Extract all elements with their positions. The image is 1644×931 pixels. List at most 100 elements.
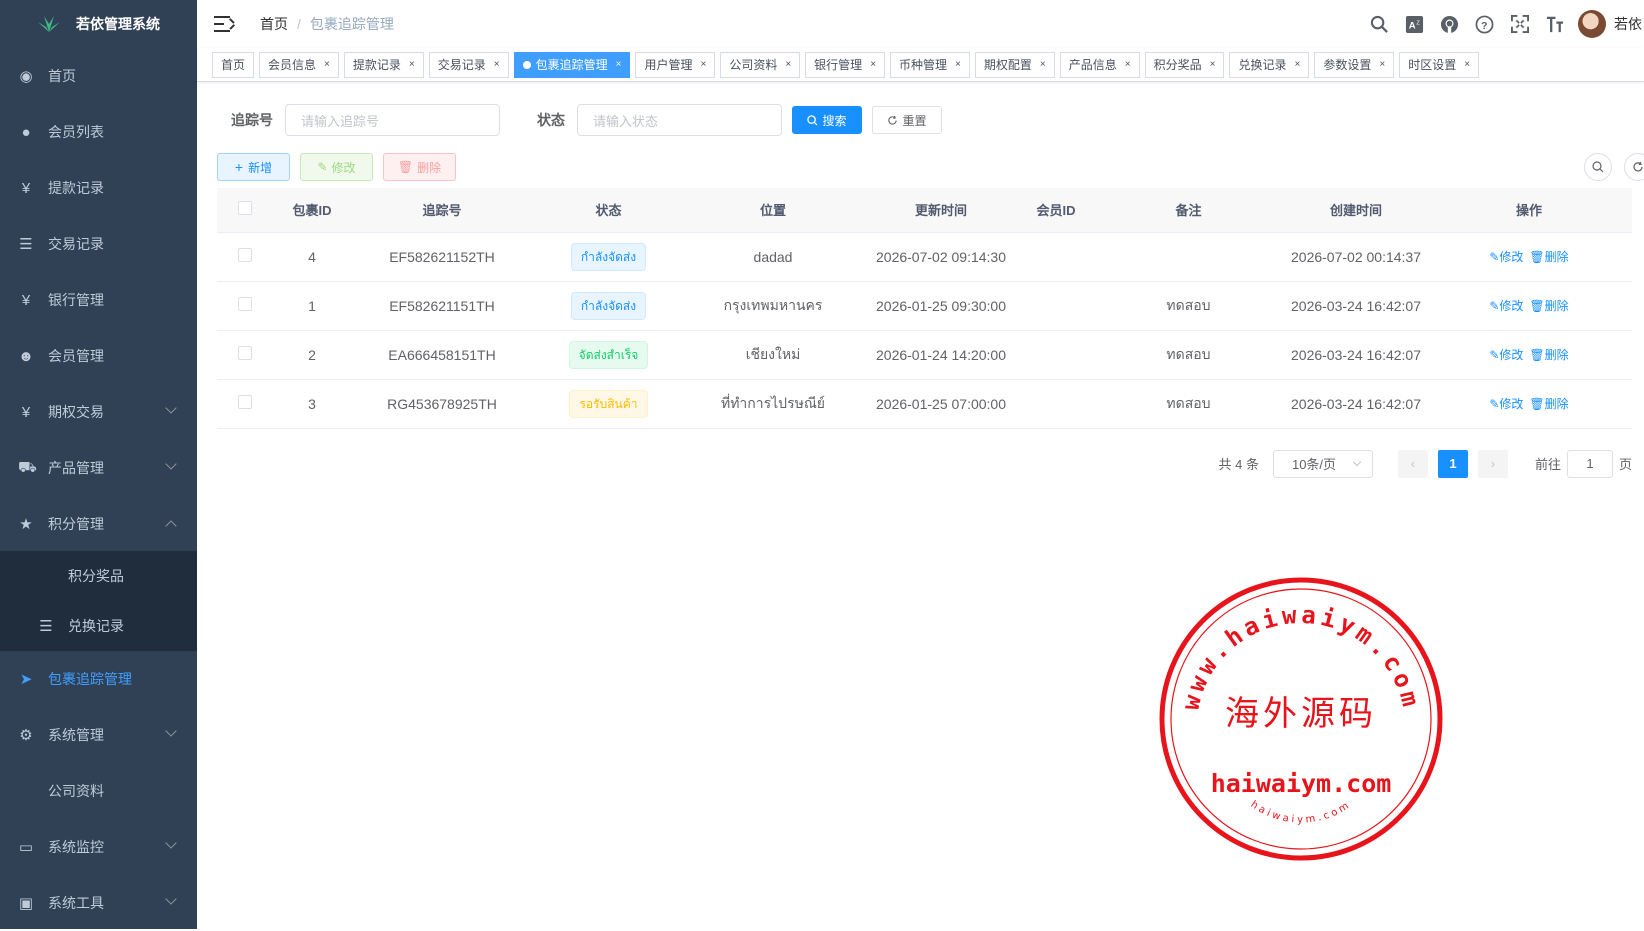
sidebar-item-label: 积分管理 bbox=[48, 515, 104, 532]
row-select-cell[interactable] bbox=[217, 330, 272, 380]
svg-text:?: ? bbox=[1481, 20, 1487, 31]
edit-button[interactable]: ✎ 修改 bbox=[300, 153, 373, 181]
font-size-icon[interactable] bbox=[1537, 15, 1572, 34]
tab-5[interactable]: 用户管理 × bbox=[635, 51, 716, 78]
sidebar-item-main-1[interactable]: ● 会员列表 bbox=[0, 104, 197, 160]
sidebar-item-main-8[interactable]: ★ 积分管理 bbox=[0, 496, 197, 551]
fullscreen-icon[interactable] bbox=[1502, 15, 1537, 33]
close-icon[interactable]: × bbox=[616, 59, 622, 70]
page-size-select[interactable]: 10条/页 bbox=[1272, 449, 1373, 478]
prev-page-button[interactable]: ‹ bbox=[1397, 449, 1428, 478]
sidebar-item-sec-2[interactable]: 公司资料 bbox=[0, 763, 197, 819]
sidebar-item-sec-0[interactable]: ➤ 包裹追踪管理 bbox=[0, 651, 197, 707]
next-page-button[interactable]: › bbox=[1477, 449, 1508, 478]
sidebar-item-main-2[interactable]: ¥ 提款记录 bbox=[0, 160, 197, 216]
page-1-button[interactable]: 1 bbox=[1437, 449, 1468, 478]
row-edit-link[interactable]: ✎修改 bbox=[1489, 250, 1523, 264]
table-row[interactable]: 1 EF582621151TH กำลังจัดส่ง กรุงเทพมหานคร 20… bbox=[217, 281, 1632, 331]
row-checkbox[interactable] bbox=[237, 297, 252, 311]
col-parcel-id: 包裹ID bbox=[272, 188, 352, 233]
sidebar-item-sub-0[interactable]: 积分奖品 bbox=[0, 551, 197, 601]
tab-7[interactable]: 银行管理 × bbox=[805, 51, 886, 78]
sidebar-item-main-6[interactable]: ¥ 期权交易 bbox=[0, 384, 197, 440]
language-icon[interactable]: AZ bbox=[1397, 15, 1432, 34]
tab-13[interactable]: 参数设置 × bbox=[1314, 51, 1395, 78]
sidebar-item-main-0[interactable]: ◉ 首页 bbox=[0, 48, 197, 104]
close-icon[interactable]: × bbox=[785, 59, 791, 70]
row-edit-link[interactable]: ✎修改 bbox=[1489, 299, 1523, 313]
logo-icon bbox=[38, 16, 60, 32]
delete-button[interactable]: 🗑 删除 bbox=[383, 153, 456, 181]
star-icon: ★ bbox=[19, 515, 33, 533]
select-all-cell[interactable] bbox=[217, 188, 272, 233]
table-row[interactable]: 4 EF582621152TH กำลังจัดส่ง dadad 2026-07-02… bbox=[217, 232, 1632, 282]
close-icon[interactable]: × bbox=[494, 59, 500, 70]
hamburger-icon[interactable] bbox=[214, 16, 236, 32]
sidebar-item-sec-3[interactable]: ▭ 系统监控 bbox=[0, 819, 197, 875]
close-icon[interactable]: × bbox=[1210, 59, 1216, 70]
tab-6[interactable]: 公司资料 × bbox=[720, 51, 801, 78]
tab-label: 会员信息 bbox=[268, 58, 317, 72]
search-icon bbox=[807, 114, 819, 126]
search-icon[interactable] bbox=[1362, 15, 1397, 34]
row-delete-link[interactable]: 🗑删除 bbox=[1529, 299, 1568, 313]
goto-input[interactable]: 1 bbox=[1566, 449, 1613, 478]
status-input[interactable]: 请输入状态 bbox=[577, 104, 782, 136]
refresh-button[interactable] bbox=[1624, 153, 1644, 181]
row-checkbox[interactable] bbox=[237, 248, 252, 262]
watermark-bottom-ring-text: haiwaiym.com bbox=[1249, 799, 1351, 826]
sidebar-item-main-5[interactable]: ☻ 会员管理 bbox=[0, 328, 197, 384]
row-select-cell[interactable] bbox=[217, 232, 272, 282]
row-delete-link[interactable]: 🗑删除 bbox=[1529, 397, 1568, 411]
row-delete-link[interactable]: 🗑删除 bbox=[1529, 250, 1568, 264]
sidebar-item-main-4[interactable]: ¥ 银行管理 bbox=[0, 272, 197, 328]
close-icon[interactable]: × bbox=[1464, 59, 1470, 70]
tab-8[interactable]: 币种管理 × bbox=[890, 51, 970, 78]
tracking-input[interactable]: 请输入追踪号 bbox=[285, 104, 500, 136]
user-name[interactable]: 若依 bbox=[1614, 14, 1644, 34]
close-icon[interactable]: × bbox=[324, 59, 330, 70]
toggle-search-button[interactable] bbox=[1584, 153, 1612, 181]
sidebar-item-sec-4[interactable]: ▣ 系统工具 bbox=[0, 875, 197, 931]
tab-3[interactable]: 交易记录 × bbox=[428, 51, 509, 78]
close-icon[interactable]: × bbox=[409, 59, 415, 70]
tab-10[interactable]: 产品信息 × bbox=[1059, 51, 1140, 78]
github-icon[interactable] bbox=[1432, 15, 1467, 34]
tab-9[interactable]: 期权配置 × bbox=[974, 51, 1055, 78]
table-row[interactable]: 2 EA666458151TH จัดส่งสำเร็จ เชียงใหม่ 2026-… bbox=[217, 330, 1632, 380]
tab-4[interactable]: 包裹追踪管理 × bbox=[513, 51, 631, 78]
table-row[interactable]: 3 RG453678925TH รอรับสินค้า ที่ทำการไปรษณีย… bbox=[217, 379, 1632, 429]
add-button[interactable]: + 新增 bbox=[217, 153, 290, 181]
row-delete-link[interactable]: 🗑删除 bbox=[1529, 348, 1568, 362]
close-icon[interactable]: × bbox=[1379, 59, 1385, 70]
row-select-cell[interactable] bbox=[217, 281, 272, 331]
close-icon[interactable]: × bbox=[1125, 59, 1131, 70]
avatar[interactable] bbox=[1578, 10, 1606, 38]
row-checkbox[interactable] bbox=[237, 346, 252, 360]
close-icon[interactable]: × bbox=[955, 59, 961, 70]
tab-1[interactable]: 会员信息 × bbox=[259, 51, 339, 78]
tab-11[interactable]: 积分奖品 × bbox=[1144, 51, 1225, 78]
sidebar-item-main-7[interactable]: ⛟ 产品管理 bbox=[0, 440, 197, 496]
tab-14[interactable]: 时区设置 × bbox=[1399, 51, 1480, 78]
breadcrumb-home[interactable]: 首页 bbox=[260, 16, 288, 32]
close-icon[interactable]: × bbox=[1294, 59, 1300, 70]
sidebar-item-main-3[interactable]: ☰ 交易记录 bbox=[0, 216, 197, 272]
row-checkbox[interactable] bbox=[237, 395, 252, 409]
close-icon[interactable]: × bbox=[700, 59, 706, 70]
close-icon[interactable]: × bbox=[870, 59, 876, 70]
select-all-checkbox[interactable] bbox=[237, 201, 252, 216]
row-select-cell[interactable] bbox=[217, 379, 272, 429]
close-icon[interactable]: × bbox=[1040, 59, 1046, 70]
reset-button[interactable]: 重置 bbox=[872, 106, 942, 134]
tab-0[interactable]: 首页 bbox=[212, 51, 255, 78]
tab-2[interactable]: 提款记录 × bbox=[343, 51, 424, 78]
app-logo[interactable]: 若依管理系统 bbox=[0, 0, 197, 48]
row-edit-link[interactable]: ✎修改 bbox=[1489, 397, 1523, 411]
row-edit-link[interactable]: ✎修改 bbox=[1489, 348, 1523, 362]
sidebar-item-sec-1[interactable]: ⚙ 系统管理 bbox=[0, 707, 197, 763]
help-icon[interactable]: ? bbox=[1467, 15, 1502, 34]
tab-12[interactable]: 兑换记录 × bbox=[1229, 51, 1310, 78]
search-button[interactable]: 搜索 bbox=[792, 106, 862, 134]
sidebar-item-sub-1[interactable]: ☰ 兑换记录 bbox=[0, 601, 197, 651]
